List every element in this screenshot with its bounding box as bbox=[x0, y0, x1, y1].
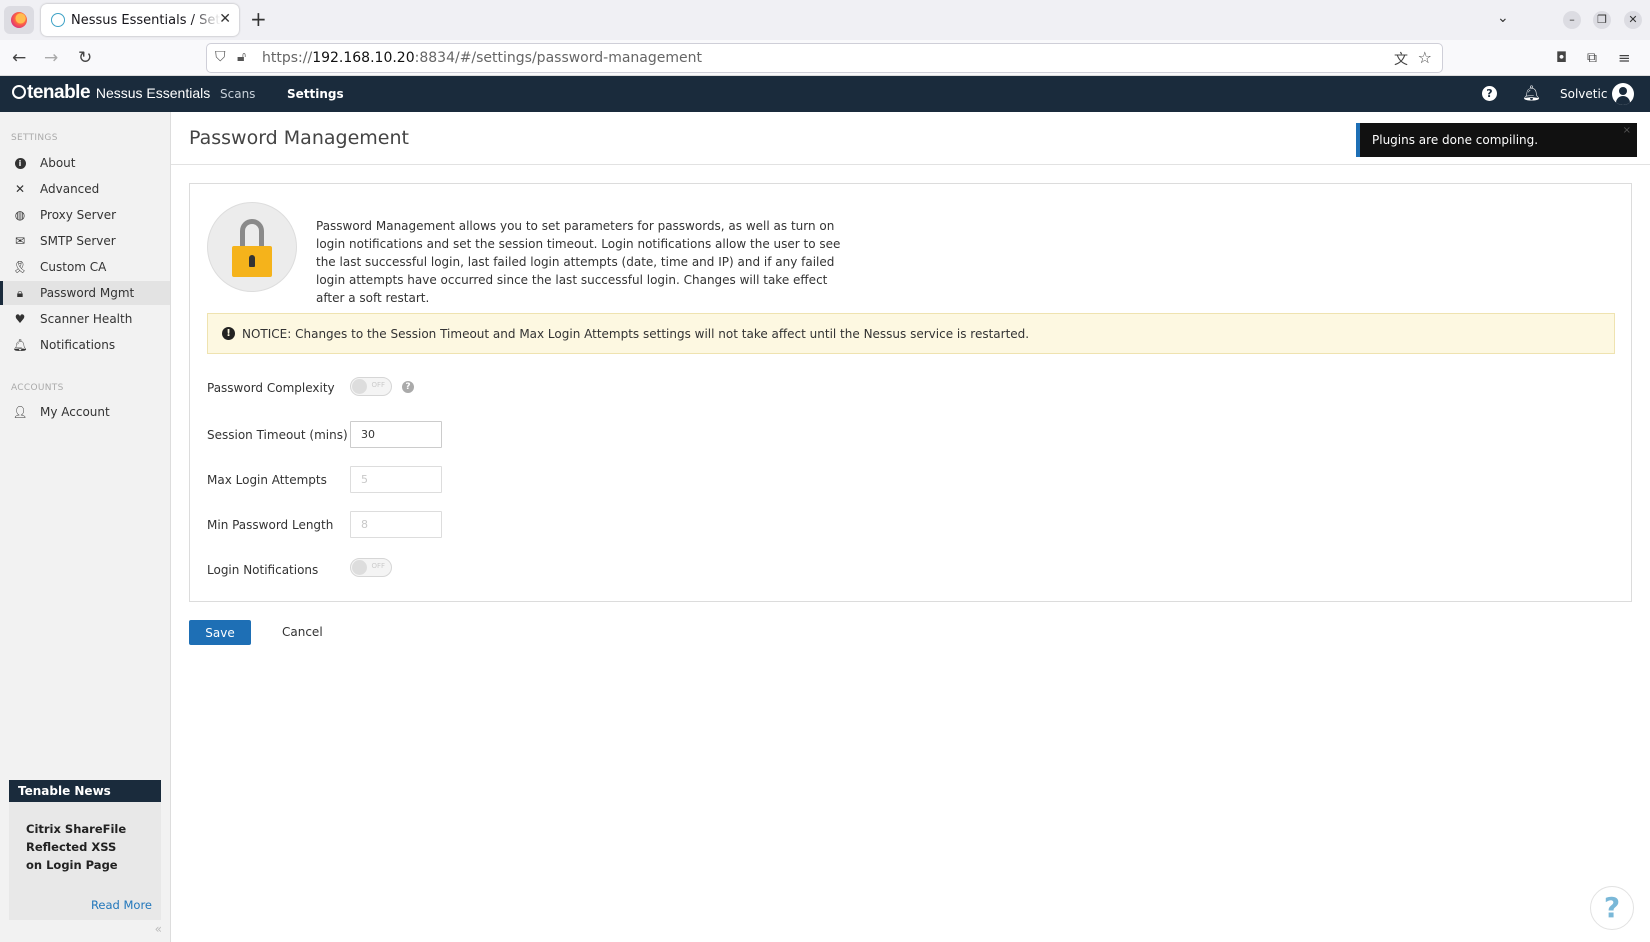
news-title: Tenable News bbox=[9, 780, 161, 802]
exclamation-icon: ! bbox=[222, 327, 235, 340]
lock-icon: 🔒︎ bbox=[16, 285, 24, 300]
extensions-icon[interactable]: ⧉ bbox=[1587, 48, 1597, 68]
help-icon[interactable]: ? bbox=[1482, 86, 1497, 101]
envelope-icon: ✉ bbox=[14, 234, 26, 248]
minimize-icon[interactable]: – bbox=[1563, 11, 1581, 29]
translate-icon[interactable]: 文 bbox=[1394, 49, 1408, 69]
address-bar[interactable]: ⛉ 🔓︎ https://192.168.10.20:8834/#/settin… bbox=[206, 43, 1443, 73]
cancel-button[interactable]: Cancel bbox=[282, 625, 323, 639]
url-text[interactable]: https://192.168.10.20:8834/#/settings/pa… bbox=[262, 50, 702, 66]
question-mark-icon[interactable]: ? bbox=[402, 381, 414, 393]
tab-title: Nessus Essentials / Settings bbox=[71, 12, 221, 28]
user-icon: 👤︎ bbox=[12, 405, 28, 419]
star-icon[interactable]: ☆ bbox=[1418, 48, 1432, 67]
sidebar-item-advanced[interactable]: ✕ Advanced bbox=[0, 177, 170, 201]
toast-close-icon[interactable]: × bbox=[1623, 125, 1631, 136]
globe-icon: ◍ bbox=[14, 208, 26, 222]
intro-text: Password Management allows you to set pa… bbox=[316, 219, 841, 305]
shield-icon[interactable]: ⛉ bbox=[215, 49, 226, 65]
lock-warning-icon[interactable]: 🔓︎ bbox=[237, 49, 246, 65]
info-icon: i bbox=[13, 156, 27, 170]
chevron-down-icon[interactable]: ⌄ bbox=[1497, 10, 1509, 26]
sidebar-item-proxy-server[interactable]: ◍ Proxy Server bbox=[0, 203, 170, 227]
divider bbox=[171, 164, 1650, 165]
password-complexity-toggle[interactable]: OFF bbox=[350, 377, 392, 396]
heartbeat-icon: ♥ bbox=[14, 312, 26, 326]
settings-sidebar: SETTINGS i About ✕ Advanced ◍ Proxy Serv… bbox=[0, 112, 171, 942]
notice-text: NOTICE: Changes to the Session Timeout a… bbox=[242, 326, 1030, 341]
restart-notice: ! NOTICE: Changes to the Session Timeout… bbox=[207, 313, 1615, 354]
pocket-icon[interactable]: ◘ bbox=[1556, 48, 1567, 68]
sidebar-item-custom-ca[interactable]: 🎗︎ Custom CA bbox=[0, 255, 170, 279]
toast-notification: Plugins are done compiling. × bbox=[1356, 123, 1637, 157]
sidebar-item-notifications[interactable]: 🔔︎ Notifications bbox=[0, 333, 170, 357]
nav-scans[interactable]: Scans bbox=[220, 87, 255, 101]
min-password-length-input[interactable] bbox=[350, 511, 442, 538]
browser-nav-bar: ← → ↻ ⛉ 🔓︎ https://192.168.10.20:8834/#/… bbox=[0, 40, 1650, 76]
forward-arrow-icon[interactable]: → bbox=[44, 48, 58, 68]
sidebar-item-my-account[interactable]: 👤︎ My Account bbox=[0, 400, 170, 424]
hamburger-menu-icon[interactable]: ≡ bbox=[1618, 48, 1631, 68]
news-headline[interactable]: Citrix ShareFile Reflected XSS on Login … bbox=[26, 820, 136, 874]
tenable-news-widget: Tenable News Citrix ShareFile Reflected … bbox=[9, 780, 161, 920]
close-window-icon[interactable]: ✕ bbox=[1624, 11, 1642, 29]
back-arrow-icon[interactable]: ← bbox=[12, 48, 26, 68]
tools-icon: ✕ bbox=[14, 182, 26, 196]
padlock-icon bbox=[207, 202, 297, 292]
page-title: Password Management bbox=[189, 127, 409, 149]
max-login-attempts-input[interactable] bbox=[350, 466, 442, 493]
max-login-attempts-label: Max Login Attempts bbox=[207, 473, 327, 487]
bell-icon: 🔔︎ bbox=[12, 338, 28, 352]
notifications-bell-icon[interactable]: 🔔︎ bbox=[1522, 84, 1541, 102]
tenable-logo[interactable]: tenable Nessus Essentials bbox=[12, 82, 210, 104]
nav-settings[interactable]: Settings bbox=[287, 87, 344, 101]
browser-tab[interactable]: Nessus Essentials / Settings ✕ bbox=[41, 4, 239, 36]
tab-close-icon[interactable]: ✕ bbox=[219, 11, 231, 27]
reload-icon[interactable]: ↻ bbox=[78, 48, 92, 68]
sidebar-item-scanner-health[interactable]: ♥ Scanner Health bbox=[0, 307, 170, 331]
session-timeout-input[interactable] bbox=[350, 421, 442, 448]
password-settings-panel: Password Management allows you to set pa… bbox=[189, 183, 1632, 602]
username[interactable]: Solvetic bbox=[1560, 87, 1607, 101]
ribbon-icon: 🎗︎ bbox=[12, 260, 28, 274]
read-more-link[interactable]: Read More bbox=[91, 898, 152, 912]
avatar[interactable] bbox=[1612, 83, 1634, 105]
sidebar-item-password-mgmt[interactable]: 🔒︎ Password Mgmt bbox=[0, 281, 170, 305]
app-header: tenable Nessus Essentials Scans Settings… bbox=[0, 76, 1650, 112]
sidebar-heading-accounts: ACCOUNTS bbox=[11, 383, 64, 393]
sidebar-item-smtp-server[interactable]: ✉ SMTP Server bbox=[0, 229, 170, 253]
tenable-o-icon bbox=[12, 85, 26, 99]
save-button[interactable]: Save bbox=[189, 620, 251, 645]
session-timeout-label: Session Timeout (mins) bbox=[207, 428, 348, 442]
login-notifications-label: Login Notifications bbox=[207, 563, 319, 577]
firefox-menu-button[interactable] bbox=[4, 6, 34, 34]
password-complexity-label: Password Complexity bbox=[207, 381, 335, 395]
login-notifications-toggle[interactable]: OFF bbox=[350, 558, 392, 577]
sidebar-heading-settings: SETTINGS bbox=[11, 133, 58, 143]
firefox-logo-icon bbox=[11, 12, 27, 28]
toast-message: Plugins are done compiling. bbox=[1372, 133, 1539, 147]
sidebar-item-about[interactable]: i About bbox=[0, 151, 170, 175]
min-password-length-label: Min Password Length bbox=[207, 518, 334, 532]
collapse-sidebar-icon[interactable]: « bbox=[155, 922, 162, 936]
new-tab-icon[interactable]: + bbox=[250, 9, 267, 29]
browser-tab-bar: Nessus Essentials / Settings ✕ + ⌄ – ❐ ✕ bbox=[0, 0, 1650, 40]
tenable-favicon-icon bbox=[51, 13, 65, 27]
solvetic-watermark-logo: ? bbox=[1590, 886, 1634, 930]
restore-icon[interactable]: ❐ bbox=[1593, 11, 1611, 29]
